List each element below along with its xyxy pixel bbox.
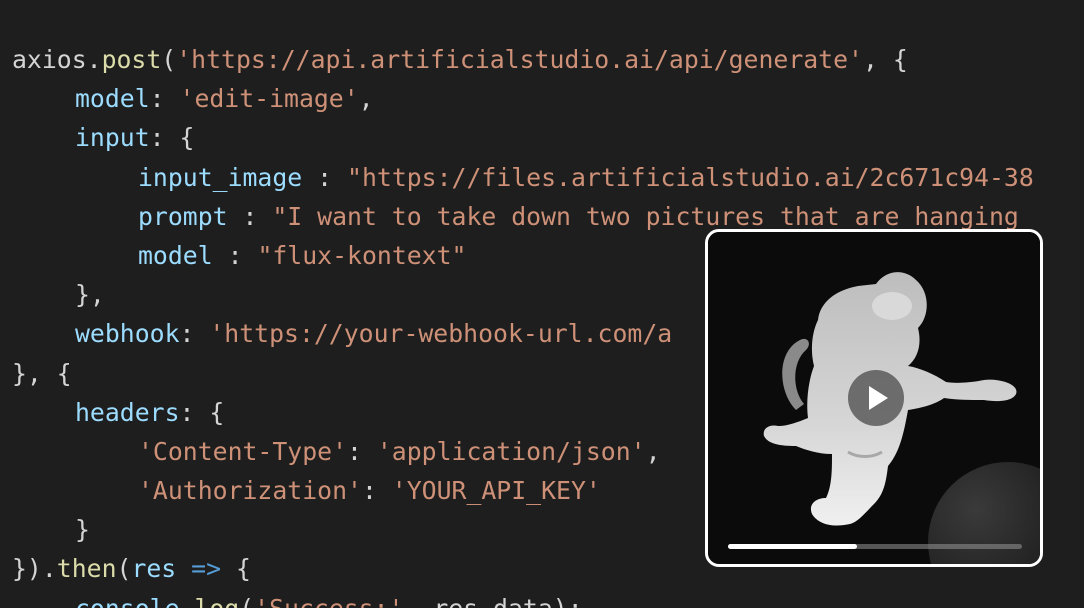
token: : { <box>179 397 225 427</box>
token: then <box>56 554 117 584</box>
token: { <box>235 554 251 584</box>
token: post <box>101 45 162 74</box>
code-line: console.log('Success:', res.data); <box>12 589 1034 608</box>
token: ( <box>116 554 132 584</box>
progress-bar[interactable] <box>728 544 1022 549</box>
token: "flux-kontext" <box>257 240 467 270</box>
token: 'YOUR_API_KEY' <box>391 476 601 506</box>
token: : { <box>149 123 195 153</box>
token: , { <box>862 45 908 74</box>
token: : <box>361 476 392 506</box>
token: ( <box>161 45 177 74</box>
play-icon <box>869 386 888 410</box>
token: 'Authorization' <box>138 476 362 506</box>
token: : <box>347 436 377 466</box>
token: model <box>138 240 213 270</box>
progress-fill <box>728 544 858 549</box>
token: : <box>302 162 348 192</box>
play-button[interactable] <box>848 370 904 426</box>
token: } <box>75 515 90 545</box>
code-line: input: { <box>12 118 1034 157</box>
token: 'application/json' <box>376 436 646 466</box>
token: }). <box>12 554 57 584</box>
token: res <box>131 554 177 584</box>
video-player[interactable] <box>705 229 1043 567</box>
token: input <box>75 123 150 153</box>
token: => <box>176 554 236 584</box>
token: }, <box>75 280 105 310</box>
code-line: input_image : "https://files.artificials… <box>12 158 1034 197</box>
token: }, { <box>12 358 72 388</box>
code-line: model: 'edit-image', <box>12 79 1034 118</box>
token: console. <box>75 594 194 608</box>
token: 'https://your-webhook-url.com/a <box>209 319 673 349</box>
token: prompt <box>138 201 228 231</box>
token: 'https://api.artificialstudio.ai/api/gen… <box>176 45 863 74</box>
token: log <box>194 594 239 608</box>
token: headers <box>75 397 180 427</box>
token: , res.data); <box>403 594 582 608</box>
token: 'Content-Type' <box>138 436 348 466</box>
token: , <box>645 436 661 466</box>
token: 'Success:' <box>254 594 403 608</box>
token: axios. <box>12 45 102 74</box>
token: ( <box>239 594 254 608</box>
token: input_image <box>138 162 303 192</box>
token: : <box>227 201 273 231</box>
token: , <box>358 84 374 114</box>
token: : <box>149 84 180 114</box>
token: webhook <box>75 319 180 349</box>
token: model <box>75 84 150 114</box>
token: : <box>212 240 258 270</box>
token: "https://files.artificialstudio.ai/2c671… <box>347 162 1034 192</box>
token: 'edit-image' <box>179 84 359 114</box>
token: : <box>179 319 210 349</box>
token: "I want to take down two pictures that a… <box>272 201 1019 231</box>
code-line: axios.post('https://api.artificialstudio… <box>12 40 1034 79</box>
